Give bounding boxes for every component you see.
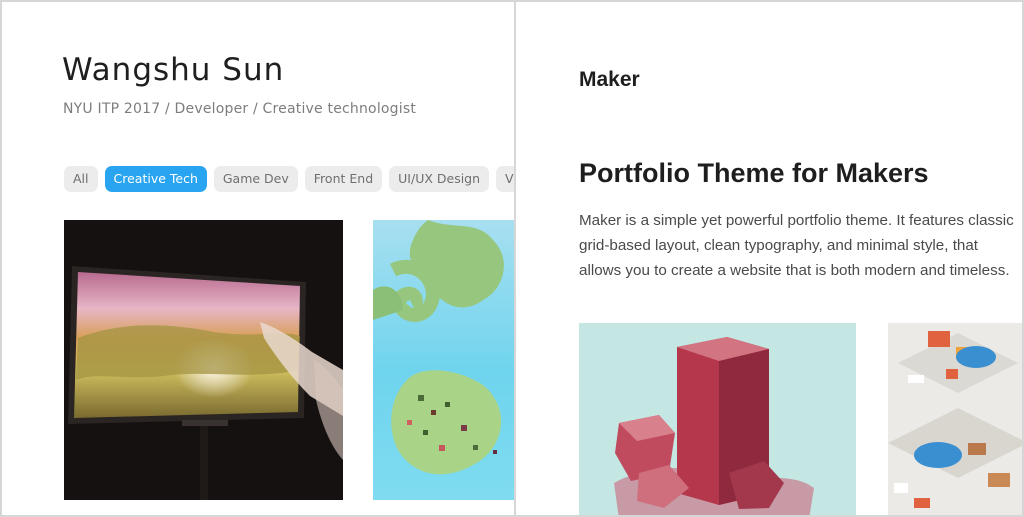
site-tagline: NYU ITP 2017 / Developer / Creative tech… bbox=[63, 101, 417, 117]
work-thumbnail-crystal[interactable] bbox=[579, 323, 856, 515]
brand-logo[interactable]: Maker bbox=[579, 68, 640, 92]
project-thumbnail-islands[interactable] bbox=[373, 220, 514, 500]
projection-screen-image bbox=[64, 220, 343, 500]
category-filters: All Creative Tech Game Dev Front End UI/UX D… bbox=[64, 166, 514, 192]
work-thumbnail-blocks[interactable] bbox=[888, 323, 1022, 515]
isometric-blocks-image bbox=[888, 323, 1022, 515]
filter-chip-all[interactable]: All bbox=[64, 166, 98, 192]
left-portfolio-panel: Wangshu Sun NYU ITP 2017 / Developer / C… bbox=[2, 2, 514, 515]
project-thumbnail-projection[interactable] bbox=[64, 220, 343, 500]
screenshot-frame: Wangshu Sun NYU ITP 2017 / Developer / C… bbox=[0, 0, 1024, 517]
red-crystal-image bbox=[614, 337, 814, 515]
filter-chip-visual-design[interactable]: Visual De bbox=[496, 166, 514, 192]
filter-chip-game-dev[interactable]: Game Dev bbox=[213, 166, 298, 192]
filter-chip-ui-ux-design[interactable]: UI/UX Design bbox=[389, 166, 490, 192]
panel-divider bbox=[514, 2, 516, 515]
site-name[interactable]: Wangshu Sun bbox=[62, 52, 284, 88]
filter-chip-creative-tech[interactable]: Creative Tech bbox=[104, 166, 207, 192]
hero-description: Maker is a simple yet powerful portfolio… bbox=[579, 212, 1014, 279]
hero-title: Portfolio Theme for Makers bbox=[579, 158, 929, 188]
right-maker-panel: Maker Portfolio Theme for Makers Maker i… bbox=[516, 2, 1022, 515]
filter-chip-front-end[interactable]: Front End bbox=[304, 166, 383, 192]
floating-islands-image bbox=[373, 220, 504, 475]
